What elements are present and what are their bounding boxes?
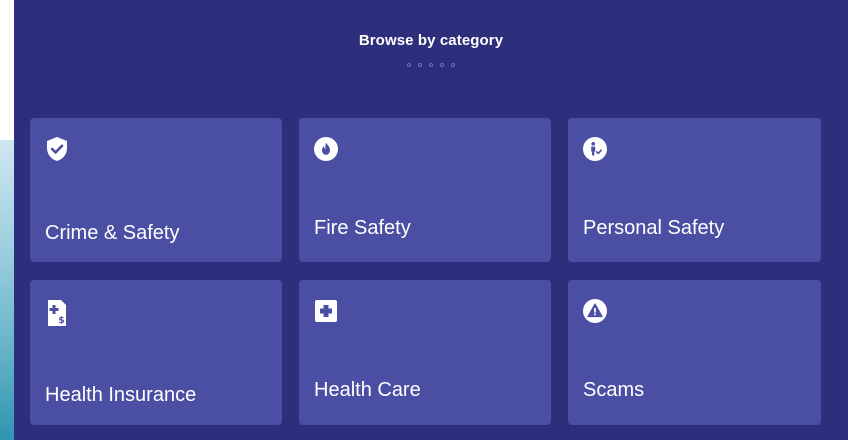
page-dot[interactable] [407,63,411,67]
warning-triangle-icon [582,298,608,324]
shield-check-icon [44,136,70,162]
category-label: Health Insurance [45,384,197,406]
category-card-crime-safety[interactable]: Crime & Safety [30,118,282,262]
category-label: Fire Safety [314,217,411,239]
page-dot[interactable] [451,63,455,67]
page-dot[interactable] [418,63,422,67]
category-card-health-care[interactable]: Health Care [299,280,551,425]
medical-cross-icon [313,298,339,324]
medical-document-dollar-icon: $ [44,298,70,326]
flame-icon [313,136,339,162]
section-title: Browse by category [358,32,504,49]
category-card-fire-safety[interactable]: Fire Safety [299,118,551,262]
page-dot[interactable] [440,63,444,67]
svg-text:$: $ [58,316,64,326]
category-label: Scams [583,379,645,401]
person-check-icon [582,136,608,162]
category-card-scams[interactable]: Scams [568,280,821,425]
category-card-personal-safety[interactable]: Personal Safety [568,118,821,262]
page-dot[interactable] [429,63,433,67]
category-label: Personal Safety [583,217,725,239]
page: Browse by category Crime & Safety Fire S… [0,0,848,440]
pagination-dots [14,63,848,67]
category-label: Health Care [314,379,421,401]
category-label: Crime & Safety [45,222,180,244]
background-strip [0,140,14,440]
category-panel: Browse by category Crime & Safety Fire S… [14,0,848,440]
category-card-health-insurance[interactable]: $ Health Insurance [30,280,282,425]
